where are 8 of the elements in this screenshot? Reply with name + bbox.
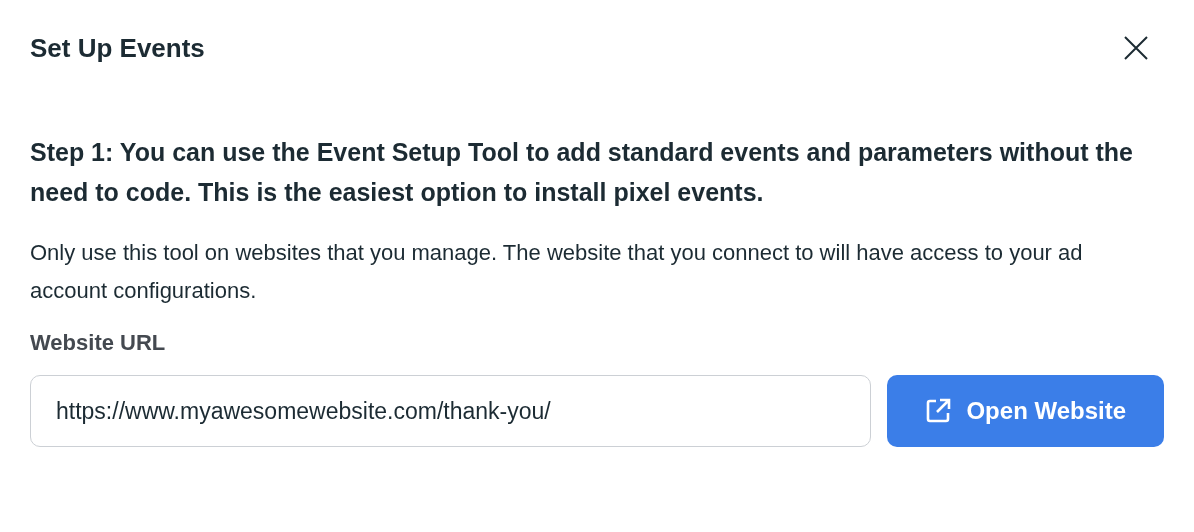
external-link-icon: [924, 397, 953, 425]
description-text: Only use this tool on websites that you manage. The website that you connect to will have access to your ad account configurations.: [30, 239, 1084, 305]
open-website-button[interactable]: Open Website: [886, 375, 1164, 447]
step-heading: Step 1: You can use the Event Setup Tool to add standard events and parameters without the need to code. This is the easiest option to install pixel events.: [30, 137, 1134, 208]
url-input-field[interactable]: https://www.myawesomewebsite.com/thank-you/: [30, 375, 871, 447]
field-label: Website URL: [30, 329, 167, 357]
dialog-title: Set Up Events: [30, 31, 205, 65]
close-icon[interactable]: [1123, 35, 1149, 61]
